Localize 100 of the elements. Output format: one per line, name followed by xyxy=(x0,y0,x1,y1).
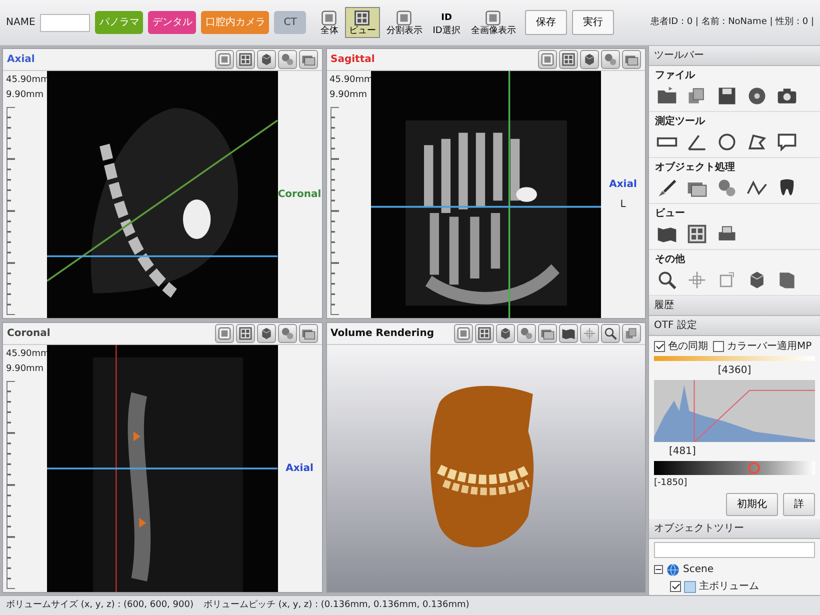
view-tool-button[interactable] xyxy=(236,50,254,69)
toolbar-button[interactable]: ID ID選択 xyxy=(428,6,464,38)
view-tool-button[interactable] xyxy=(622,324,641,343)
expand-toggle[interactable] xyxy=(654,565,663,574)
window-icon xyxy=(216,326,232,341)
histogram-label: [4360] xyxy=(716,364,752,378)
gears-icon xyxy=(280,326,294,341)
panel-header: OTF 設定 xyxy=(649,316,820,336)
panel-button[interactable]: 詳 xyxy=(783,492,815,516)
toolbar-button[interactable]: 全体 xyxy=(316,6,342,38)
guide-line[interactable] xyxy=(47,120,278,282)
window-icon xyxy=(456,326,471,341)
volume-icon xyxy=(684,580,696,592)
gears-icon xyxy=(280,52,294,67)
line-label: Axial xyxy=(286,462,314,476)
view-tool-button[interactable] xyxy=(298,324,318,343)
view-tool-button[interactable] xyxy=(214,50,234,69)
copy-icon xyxy=(624,326,639,341)
view-tool-button[interactable] xyxy=(538,50,557,69)
view-tool-button[interactable] xyxy=(601,324,620,343)
status-text: ボリュームピッチ (x, y, z) : (0.136mm, 0.136mm, 0.136mm) xyxy=(203,598,470,612)
toolbar-button[interactable]: 全画像表示 xyxy=(466,6,520,38)
view-tool-button[interactable] xyxy=(559,324,578,343)
checkbox[interactable] xyxy=(713,341,724,352)
range-label: [-1850] xyxy=(654,477,688,490)
panel-button[interactable]: 初期化 xyxy=(726,492,778,516)
checkbox[interactable] xyxy=(654,341,665,352)
grid-icon xyxy=(238,326,252,341)
view-tool-button[interactable] xyxy=(580,50,599,69)
view-tool-button[interactable] xyxy=(475,324,494,343)
zoom-icon xyxy=(603,326,618,341)
cube-icon xyxy=(582,52,597,67)
tree-item[interactable]: 主ボリューム xyxy=(699,579,759,594)
patient-info: 患者ID : 0 | 名前 : NoName | 性別 : 0 | xyxy=(650,16,814,29)
guide-line[interactable] xyxy=(508,71,510,318)
checkbox[interactable] xyxy=(670,581,681,592)
minus-icon xyxy=(655,566,662,573)
view-title: Coronal xyxy=(7,327,50,341)
grid-icon xyxy=(561,52,576,67)
panel-header: オブジェクトツリー xyxy=(649,518,820,538)
view-title: Sagittal xyxy=(330,53,375,67)
search-field[interactable] xyxy=(654,542,815,558)
mode-button[interactable]: デンタル xyxy=(148,11,196,34)
window-icon xyxy=(540,52,555,67)
gradient-slider-track[interactable] xyxy=(654,461,815,475)
line-label: Axial xyxy=(609,178,637,192)
globe-icon xyxy=(666,562,680,576)
status-text: ボリュームサイズ (x, y, z) : (600, 600, 900) xyxy=(6,598,194,612)
measurement-text: 9.90mm xyxy=(6,88,44,102)
side-marker: L xyxy=(620,198,626,212)
view-tool-button[interactable] xyxy=(496,324,515,343)
toolbar-button[interactable]: 分割表示 xyxy=(382,6,426,38)
section-label: ファイル xyxy=(655,69,696,83)
view-tool-button[interactable] xyxy=(256,50,276,69)
option-label: 色の同期 xyxy=(668,340,708,354)
line-label: Coronal xyxy=(278,188,322,202)
measurement-text: 9.90mm xyxy=(330,88,368,102)
gears-icon xyxy=(519,326,534,341)
view-tool-button[interactable] xyxy=(214,324,234,343)
view-tool-button[interactable] xyxy=(622,50,641,69)
tree-item[interactable]: Scene xyxy=(683,562,714,577)
view-tool-button[interactable] xyxy=(517,324,536,343)
view-tool-button[interactable] xyxy=(278,324,296,343)
grid-icon xyxy=(238,52,252,67)
grid-icon xyxy=(353,8,372,27)
view-title: Volume Rendering xyxy=(330,327,434,341)
grid-icon xyxy=(477,326,492,341)
option-label: カラーバー適用MP xyxy=(727,340,812,354)
toolbar-button[interactable]: ビュー xyxy=(344,6,380,38)
guide-line[interactable] xyxy=(370,206,601,208)
view-tool-button[interactable] xyxy=(559,50,578,69)
section-label: ビュー xyxy=(655,206,686,221)
view-title: Axial xyxy=(7,53,35,67)
view-tool-button[interactable] xyxy=(538,324,557,343)
cube-icon xyxy=(498,326,513,341)
view-tool-button[interactable] xyxy=(256,324,276,343)
name-field[interactable] xyxy=(40,14,90,32)
window-icon xyxy=(484,8,502,27)
name-label: NAME xyxy=(6,16,36,30)
measurement-text: 9.90mm xyxy=(6,362,44,376)
crosshair-icon xyxy=(582,326,597,341)
section-label: オブジェクト処理 xyxy=(655,160,736,175)
gears-icon xyxy=(603,52,618,67)
view-tool-button[interactable] xyxy=(298,50,318,69)
view-tool-button[interactable] xyxy=(454,324,473,343)
map-icon xyxy=(561,326,576,341)
panel-header[interactable]: 履歴 xyxy=(649,296,820,316)
toolbar-button[interactable]: 保存 xyxy=(524,10,567,35)
panel-header: ツールバー xyxy=(649,46,820,66)
view-tool-button[interactable] xyxy=(601,50,620,69)
histogram-label: [481] xyxy=(668,445,697,459)
view-tool-button[interactable] xyxy=(236,324,254,343)
window-icon xyxy=(395,8,414,27)
slider-handle[interactable] xyxy=(748,462,760,474)
window-icon xyxy=(216,52,232,67)
section-label: その他 xyxy=(655,252,686,267)
window-icon xyxy=(320,8,338,27)
view-tool-button[interactable] xyxy=(278,50,296,69)
toolbar-button[interactable]: 実行 xyxy=(572,10,614,35)
section-label: 測定ツール xyxy=(655,114,706,129)
